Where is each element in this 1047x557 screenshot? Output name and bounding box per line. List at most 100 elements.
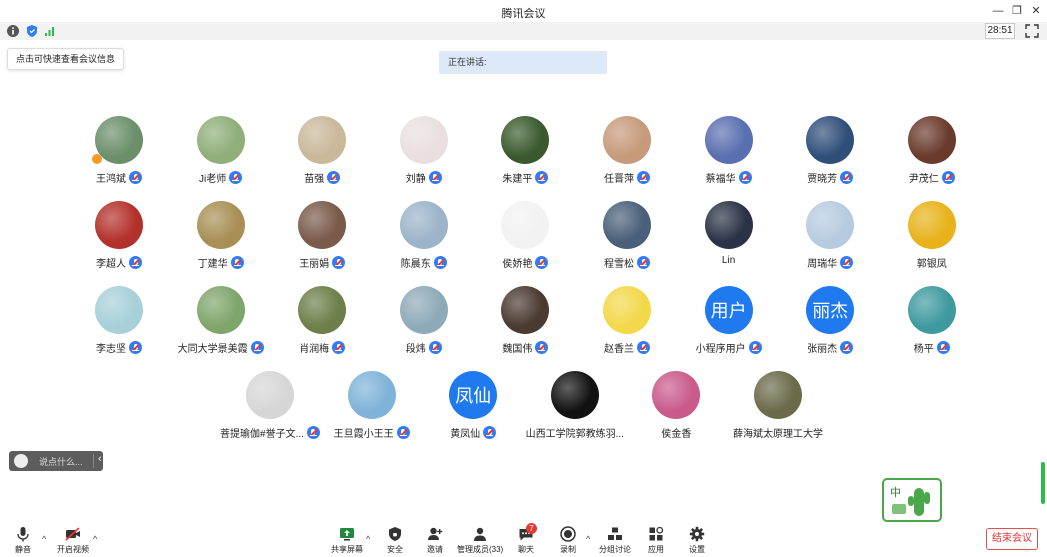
participant-avatar xyxy=(907,116,956,164)
participant-avatar xyxy=(399,286,448,334)
video-off-icon xyxy=(65,527,80,541)
mic-muted-icon xyxy=(535,341,549,354)
mic-muted-icon xyxy=(936,341,950,354)
participant-name: 段炜 xyxy=(405,344,426,355)
invite-label: 邀请 xyxy=(427,545,443,554)
participant-avatar xyxy=(754,371,802,419)
mic-muted-icon xyxy=(840,256,854,269)
participant-avatar xyxy=(907,286,956,334)
participant-avatar xyxy=(501,286,550,334)
video-label: 开启视频 xyxy=(57,545,89,554)
shield-icon[interactable] xyxy=(25,24,39,38)
chat-placeholder: 说点什么... xyxy=(39,457,83,467)
breakout-icon xyxy=(608,527,622,540)
mute-options-chevron-icon[interactable]: ^ xyxy=(42,534,46,544)
participant-avatar xyxy=(603,116,651,164)
meeting-toolbar: 静音 ^ 开启视频 ^ 共享屏幕 ^ 安全 邀请 管理成员(33) 7 聊天 录… xyxy=(0,523,1047,557)
participant-avatar xyxy=(196,201,245,249)
mic-muted-icon xyxy=(332,256,346,269)
mic-muted-icon xyxy=(483,426,497,439)
emoji-icon[interactable] xyxy=(14,454,28,468)
participant-tile[interactable]: 杨平 xyxy=(882,286,982,366)
close-icon[interactable]: ✕ xyxy=(1028,3,1044,19)
mic-muted-icon xyxy=(129,256,142,269)
info-icon[interactable] xyxy=(6,24,20,38)
participant-avatar xyxy=(603,286,651,334)
participant-name: 尹茂仁 xyxy=(908,174,939,185)
share-options-chevron-icon[interactable]: ^ xyxy=(366,534,370,544)
participant-name: 李志坚 xyxy=(96,344,126,355)
mic-muted-icon xyxy=(840,341,854,354)
minimize-icon[interactable]: — xyxy=(990,3,1006,19)
participant-name-row: 薛海斌太原理工大学 xyxy=(708,425,848,440)
participant-avatar xyxy=(550,371,599,419)
scrollbar[interactable] xyxy=(1041,462,1045,504)
participant-name: 任晋萍 xyxy=(604,174,634,185)
participant-name-row: 尹茂仁 xyxy=(862,170,1002,185)
mic-muted-icon xyxy=(535,171,549,184)
self-view[interactable]: 中 xyxy=(882,478,942,522)
chat-button[interactable]: 7 聊天 xyxy=(515,523,537,555)
participant-name: 朱建平 xyxy=(502,174,533,185)
breakout-rooms-button[interactable]: 分组讨论 xyxy=(599,526,631,555)
participant-name: 杨平 xyxy=(913,344,934,355)
participant-name: 刘静 xyxy=(405,174,426,185)
participant-avatar xyxy=(196,116,245,164)
start-video-button[interactable]: 开启视频 xyxy=(55,526,91,555)
collapse-chevron-icon[interactable]: ‹ xyxy=(98,453,102,465)
members-icon xyxy=(474,527,486,541)
participant-name: 侯娇艳 xyxy=(502,259,533,270)
record-icon xyxy=(560,526,576,542)
mute-label: 静音 xyxy=(15,545,31,554)
participant-avatar xyxy=(603,201,651,249)
participant-tile[interactable]: 薛海斌太原理工大学 xyxy=(728,371,828,451)
self-view-text: 中 xyxy=(890,486,901,499)
participant-avatar xyxy=(95,286,143,334)
participant-tile[interactable]: 程雪松 xyxy=(577,201,677,281)
mic-muted-icon xyxy=(229,171,243,184)
participant-name: 菩提瑜伽#誉子文... xyxy=(220,429,304,440)
mic-muted-icon xyxy=(327,171,341,184)
fullscreen-icon[interactable] xyxy=(1025,24,1039,38)
end-meeting-button[interactable]: 结束会议 xyxy=(986,528,1038,550)
participant-avatar xyxy=(298,116,347,164)
mute-button[interactable]: 静音 xyxy=(10,526,36,555)
participant-avatar xyxy=(704,116,753,164)
participant-name: Lin xyxy=(721,255,736,266)
settings-button[interactable]: 设置 xyxy=(686,526,708,555)
apps-button[interactable]: 应用 xyxy=(645,526,667,555)
mic-muted-icon xyxy=(129,341,142,354)
participant-avatar xyxy=(246,371,294,419)
participant-avatar xyxy=(907,201,956,249)
signal-icon[interactable] xyxy=(43,24,57,38)
participant-avatar xyxy=(704,201,753,249)
manage-members-button[interactable]: 管理成员(33) xyxy=(457,526,503,555)
breakout-label: 分组讨论 xyxy=(599,545,631,554)
restore-icon[interactable]: ❐ xyxy=(1009,3,1025,19)
participant-name: 王丽娟 xyxy=(299,259,330,270)
invite-button[interactable]: 邀请 xyxy=(424,526,446,555)
meeting-timer: 28:51 xyxy=(985,23,1015,39)
participant-avatar xyxy=(806,116,855,164)
participant-name: 王鸿斌 xyxy=(96,174,126,185)
apps-grid-icon xyxy=(649,526,664,541)
gear-icon xyxy=(689,526,705,542)
share-screen-button[interactable]: 共享屏幕 xyxy=(330,526,364,555)
security-button[interactable]: 安全 xyxy=(384,526,406,555)
microphone-icon xyxy=(17,527,29,542)
mic-muted-icon xyxy=(129,171,142,184)
participant-name: 肖润梅 xyxy=(299,344,330,355)
participant-tile[interactable]: 尹茂仁 xyxy=(882,116,982,196)
video-options-chevron-icon[interactable]: ^ xyxy=(93,534,97,544)
chat-quick-input[interactable]: 说点什么... ‹ xyxy=(9,451,103,471)
self-view-image: 中 xyxy=(890,486,930,516)
participant-name: 李超人 xyxy=(96,259,126,270)
chat-divider xyxy=(93,454,94,468)
participant-tile[interactable]: 郭银凤 xyxy=(882,201,982,281)
chat-unread-badge: 7 xyxy=(526,523,537,534)
participant-avatar xyxy=(399,201,448,249)
meeting-info-tooltip: 点击可快速查看会议信息 xyxy=(7,48,125,70)
record-options-chevron-icon[interactable]: ^ xyxy=(586,534,590,544)
participant-avatar xyxy=(806,201,855,249)
record-button[interactable]: 录制 xyxy=(557,526,579,555)
